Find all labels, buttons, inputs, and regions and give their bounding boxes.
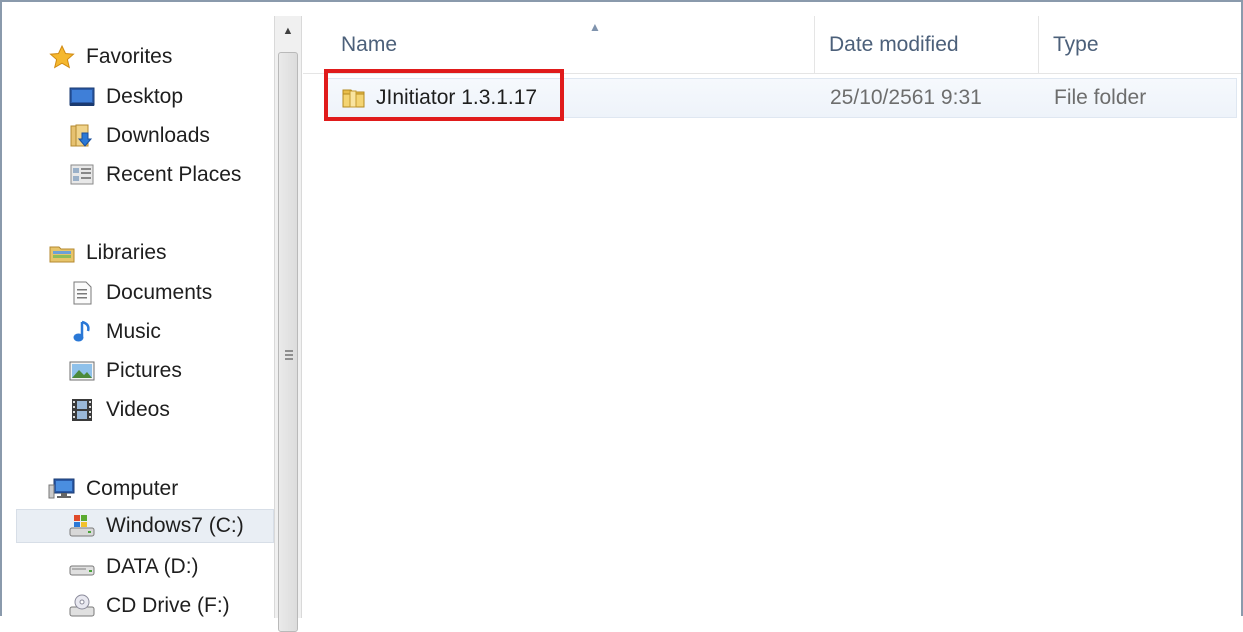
libraries-icon — [48, 240, 76, 266]
file-row[interactable]: JInitiator 1.3.1.17 25/10/2561 9:31 File… — [327, 78, 1237, 118]
nav-item-downloads[interactable]: Downloads — [12, 119, 274, 153]
nav-item-pictures[interactable]: Pictures — [12, 354, 274, 388]
grip-icon — [285, 350, 293, 360]
drive-icon — [68, 554, 96, 580]
column-header-label: Type — [1053, 33, 1099, 56]
sort-ascending-icon: ▲ — [589, 20, 601, 34]
nav-item-videos[interactable]: Videos — [12, 393, 274, 427]
nav-item-recent-places[interactable]: Recent Places — [12, 158, 274, 192]
navigation-pane: Favorites Desktop Downloads Recent Place… — [12, 18, 274, 617]
file-name-cell: JInitiator 1.3.1.17 — [340, 79, 537, 117]
column-header-type[interactable]: Type — [1039, 16, 1241, 74]
column-header-name[interactable]: Name ▲ — [327, 16, 815, 74]
nav-group-libraries[interactable]: Libraries — [12, 238, 274, 268]
file-name: JInitiator 1.3.1.17 — [376, 86, 538, 109]
computer-icon — [48, 476, 76, 502]
nav-item-label: Windows7 (C:) — [106, 514, 244, 537]
nav-group-label: Favorites — [86, 45, 173, 68]
folder-icon — [340, 85, 368, 111]
explorer-window: Favorites Desktop Downloads Recent Place… — [0, 0, 1243, 632]
nav-item-data-drive[interactable]: DATA (D:) — [12, 550, 274, 584]
desktop-icon — [68, 84, 96, 110]
nav-item-desktop[interactable]: Desktop — [12, 80, 274, 114]
column-header-label: Date modified — [829, 33, 959, 56]
nav-group-label: Computer — [86, 477, 179, 500]
scrollbar-thumb[interactable] — [278, 52, 298, 632]
nav-item-music[interactable]: Music — [12, 315, 274, 349]
nav-item-label: Downloads — [106, 124, 210, 147]
nav-group-favorites[interactable]: Favorites — [12, 42, 274, 72]
star-icon — [48, 44, 76, 70]
cd-drive-icon — [68, 593, 96, 619]
nav-item-label: Pictures — [106, 359, 182, 382]
music-icon — [68, 319, 96, 345]
file-date-modified: 25/10/2561 9:31 — [830, 86, 982, 109]
nav-item-label: CD Drive (F:) — [106, 594, 230, 617]
nav-group-computer[interactable]: Computer — [12, 474, 274, 504]
nav-item-label: Documents — [106, 281, 213, 304]
nav-item-label: DATA (D:) — [106, 555, 199, 578]
nav-item-documents[interactable]: Documents — [12, 276, 274, 310]
scroll-up-arrow-icon[interactable]: ▲ — [275, 16, 301, 46]
column-header-row: Name ▲ Date modified Type — [303, 16, 1241, 74]
nav-item-label: Desktop — [106, 85, 184, 108]
file-list-pane: Name ▲ Date modified Type JInitiator 1.3… — [303, 16, 1241, 618]
nav-item-label: Music — [106, 320, 161, 343]
column-header-date-modified[interactable]: Date modified — [815, 16, 1039, 74]
nav-item-windows7-drive[interactable]: Windows7 (C:) — [16, 509, 274, 543]
nav-item-label: Videos — [106, 398, 170, 421]
videos-icon — [68, 397, 96, 423]
pictures-icon — [68, 358, 96, 384]
nav-group-label: Libraries — [86, 241, 167, 264]
nav-item-cd-drive[interactable]: CD Drive (F:) — [12, 589, 274, 623]
downloads-icon — [68, 123, 96, 149]
nav-item-label: Recent Places — [106, 163, 242, 186]
column-header-label: Name — [341, 33, 398, 56]
windows-drive-icon — [68, 513, 96, 539]
nav-scrollbar[interactable]: ▲ — [274, 16, 302, 632]
recent-places-icon — [68, 162, 96, 188]
file-type: File folder — [1054, 86, 1147, 109]
documents-icon — [68, 280, 96, 306]
